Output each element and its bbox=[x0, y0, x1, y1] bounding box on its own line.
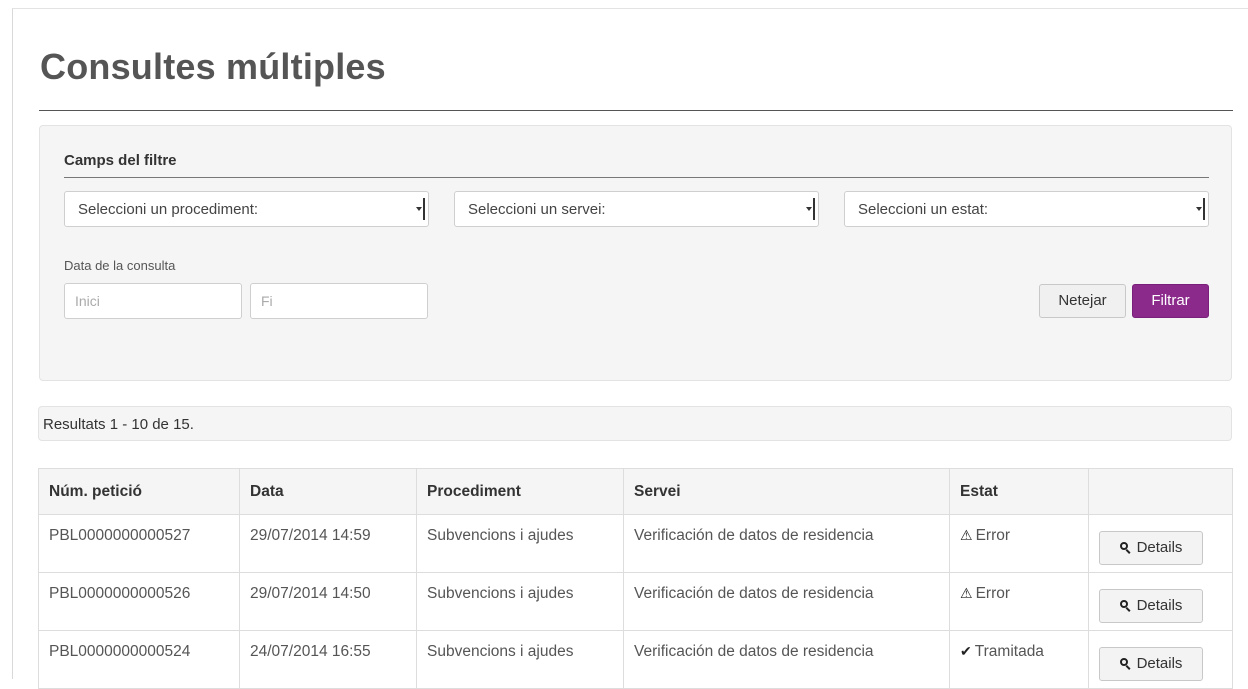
check-icon: ✔ bbox=[960, 643, 972, 659]
zoom-in-icon bbox=[1119, 542, 1131, 553]
filter-legend: Camps del filtre bbox=[64, 152, 177, 169]
request-number: PBL0000000000524 bbox=[38, 630, 240, 689]
request-service: Verificación de datos de residencia bbox=[623, 572, 950, 631]
actions-cell: Details bbox=[1088, 572, 1233, 631]
date-end-placeholder: Fi bbox=[261, 293, 273, 309]
page-title: Consultes múltiples bbox=[40, 46, 386, 87]
details-label: Details bbox=[1136, 655, 1183, 672]
chevron-down-icon bbox=[806, 198, 815, 220]
title-divider bbox=[39, 110, 1233, 111]
request-date: 29/07/2014 14:59 bbox=[239, 514, 417, 573]
table-header-row: Núm. petició Data Procediment Servei Est… bbox=[38, 468, 1233, 515]
date-start-placeholder: Inici bbox=[75, 293, 100, 309]
chevron-down-icon bbox=[416, 198, 425, 220]
clear-button[interactable]: Netejar bbox=[1039, 284, 1126, 318]
request-number: PBL0000000000527 bbox=[38, 514, 240, 573]
column-header-actions bbox=[1088, 468, 1233, 515]
details-label: Details bbox=[1136, 539, 1183, 556]
legend-divider bbox=[64, 177, 1209, 178]
request-status: ⚠ Error bbox=[949, 514, 1089, 573]
request-service: Verificación de datos de residencia bbox=[623, 514, 950, 573]
service-select-value: Seleccioni un servei: bbox=[468, 201, 606, 218]
date-end-input[interactable]: Fi bbox=[250, 283, 428, 319]
details-button[interactable]: Details bbox=[1099, 647, 1203, 681]
filter-button[interactable]: Filtrar bbox=[1132, 284, 1209, 318]
results-summary: Resultats 1 - 10 de 15. bbox=[38, 406, 1232, 441]
request-status: ✔ Tramitada bbox=[949, 630, 1089, 689]
column-header-service[interactable]: Servei bbox=[623, 468, 950, 515]
status-text: Tramitada bbox=[974, 643, 1044, 660]
status-select-value: Seleccioni un estat: bbox=[858, 201, 989, 218]
results-table: Núm. petició Data Procediment Servei Est… bbox=[38, 468, 1233, 689]
filter-panel: Camps del filtre Seleccioni un procedime… bbox=[39, 125, 1232, 381]
status-text: Error bbox=[975, 585, 1011, 602]
procedure-select-value: Seleccioni un procediment: bbox=[78, 201, 259, 218]
table-row: PBL0000000000524 24/07/2014 16:55 Subven… bbox=[38, 630, 1233, 689]
service-select[interactable]: Seleccioni un servei: bbox=[454, 191, 819, 227]
status-select[interactable]: Seleccioni un estat: bbox=[844, 191, 1209, 227]
request-date: 29/07/2014 14:50 bbox=[239, 572, 417, 631]
details-button[interactable]: Details bbox=[1099, 589, 1203, 623]
actions-cell: Details bbox=[1088, 514, 1233, 573]
request-status: ⚠ Error bbox=[949, 572, 1089, 631]
request-date: 24/07/2014 16:55 bbox=[239, 630, 417, 689]
actions-cell: Details bbox=[1088, 630, 1233, 689]
zoom-in-icon bbox=[1119, 600, 1131, 611]
column-header-status[interactable]: Estat bbox=[949, 468, 1089, 515]
request-number: PBL0000000000526 bbox=[38, 572, 240, 631]
column-header-number[interactable]: Núm. petició bbox=[38, 468, 240, 515]
status-text: Error bbox=[975, 527, 1011, 544]
date-start-input[interactable]: Inici bbox=[64, 283, 242, 319]
column-header-procedure[interactable]: Procediment bbox=[416, 468, 624, 515]
column-header-date[interactable]: Data bbox=[239, 468, 417, 515]
chevron-down-icon bbox=[1196, 198, 1205, 220]
request-procedure: Subvencions i ajudes bbox=[416, 630, 624, 689]
table-row: PBL0000000000526 29/07/2014 14:50 Subven… bbox=[38, 572, 1233, 631]
results-summary-text: Resultats 1 - 10 de 15. bbox=[43, 416, 194, 433]
date-label: Data de la consulta bbox=[64, 258, 176, 273]
request-procedure: Subvencions i ajudes bbox=[416, 514, 624, 573]
details-button[interactable]: Details bbox=[1099, 531, 1203, 565]
table-row: PBL0000000000527 29/07/2014 14:59 Subven… bbox=[38, 514, 1233, 573]
procedure-select[interactable]: Seleccioni un procediment: bbox=[64, 191, 429, 227]
details-label: Details bbox=[1136, 597, 1183, 614]
zoom-in-icon bbox=[1119, 658, 1131, 669]
request-procedure: Subvencions i ajudes bbox=[416, 572, 624, 631]
request-service: Verificación de datos de residencia bbox=[623, 630, 950, 689]
warning-icon: ⚠ bbox=[960, 585, 973, 601]
warning-icon: ⚠ bbox=[960, 527, 973, 543]
